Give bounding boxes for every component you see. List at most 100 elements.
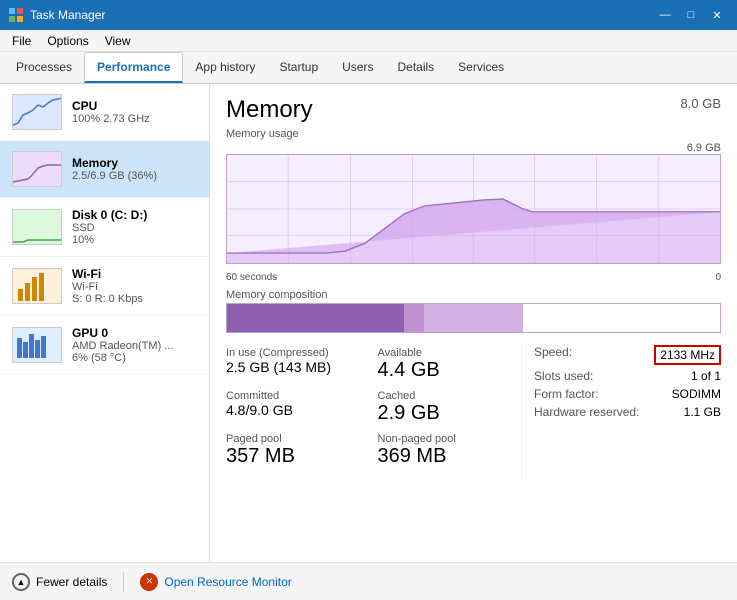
cpu-info: CPU 100% 2.73 GHz bbox=[72, 99, 197, 125]
sidebar-item-cpu[interactable]: CPU 100% 2.73 GHz bbox=[0, 84, 209, 141]
main-panel: Memory 8.0 GB Memory usage 6.9 GB bbox=[210, 84, 737, 562]
spec-hw-label: Hardware reserved: bbox=[534, 405, 639, 419]
cpu-title: CPU bbox=[72, 99, 197, 113]
footer-divider bbox=[123, 572, 124, 592]
chevron-up-icon: ▲ bbox=[12, 573, 30, 591]
fewer-details-button[interactable]: ▲ Fewer details bbox=[12, 573, 107, 591]
spec-slots-value: 1 of 1 bbox=[691, 369, 721, 383]
tab-bar: Processes Performance App history Startu… bbox=[0, 52, 737, 84]
memory-chart bbox=[226, 154, 721, 264]
sidebar-item-gpu[interactable]: GPU 0 AMD Radeon(TM) ... 6% (58 °C) bbox=[0, 316, 209, 375]
memory-total: 8.0 GB bbox=[681, 96, 721, 111]
fewer-details-label: Fewer details bbox=[36, 575, 107, 589]
disk-usage: 10% bbox=[72, 234, 197, 246]
wifi-name: Wi-Fi bbox=[72, 281, 197, 293]
stat-nonpaged-label: Non-paged pool bbox=[378, 433, 510, 445]
wifi-speed: S: 0 R: 0 Kbps bbox=[72, 293, 197, 305]
window-title: Task Manager bbox=[30, 8, 105, 22]
memory-thumbnail bbox=[12, 151, 62, 187]
tab-processes[interactable]: Processes bbox=[4, 52, 84, 83]
sidebar-item-memory[interactable]: Memory 2.5/6.9 GB (36%) bbox=[0, 141, 209, 198]
tab-performance[interactable]: Performance bbox=[84, 52, 183, 83]
tab-details[interactable]: Details bbox=[385, 52, 446, 83]
chart-time-left: 60 seconds bbox=[226, 272, 277, 283]
stat-committed: Committed 4.8/9.0 GB bbox=[226, 386, 370, 429]
gpu-title: GPU 0 bbox=[72, 326, 197, 340]
stat-nonpaged: Non-paged pool 369 MB bbox=[378, 429, 522, 472]
sidebar-item-wifi[interactable]: Wi-Fi Wi-Fi S: 0 R: 0 Kbps bbox=[0, 257, 209, 316]
gpu-thumbnail bbox=[12, 327, 62, 363]
gpu-usage: 6% (58 °C) bbox=[72, 352, 197, 364]
composition-section: Memory composition bbox=[226, 289, 721, 333]
spec-speed-value: 2133 MHz bbox=[654, 345, 721, 365]
stat-committed-label: Committed bbox=[226, 390, 358, 402]
wifi-title: Wi-Fi bbox=[72, 267, 197, 281]
gpu-name: AMD Radeon(TM) ... bbox=[72, 340, 197, 352]
sidebar: CPU 100% 2.73 GHz Memory 2.5/6.9 GB (36%… bbox=[0, 84, 210, 562]
gpu-info: GPU 0 AMD Radeon(TM) ... 6% (58 °C) bbox=[72, 326, 197, 364]
footer: ▲ Fewer details ✕ Open Resource Monitor bbox=[0, 562, 737, 600]
stat-in-use: In use (Compressed) 2.5 GB (143 MB) bbox=[226, 343, 370, 386]
menu-file[interactable]: File bbox=[4, 32, 39, 50]
stat-cached-value: 2.9 GB bbox=[378, 402, 510, 425]
cpu-usage: 100% 2.73 GHz bbox=[72, 113, 197, 125]
spec-form-value: SODIMM bbox=[672, 387, 721, 401]
specs-panel: Speed: 2133 MHz Slots used: 1 of 1 Form … bbox=[521, 343, 721, 480]
maximize-button[interactable]: □ bbox=[679, 5, 703, 25]
spec-slots-row: Slots used: 1 of 1 bbox=[534, 367, 721, 385]
disk-thumbnail bbox=[12, 209, 62, 245]
tab-app-history[interactable]: App history bbox=[183, 52, 267, 83]
menu-bar: File Options View bbox=[0, 30, 737, 52]
stat-cached-label: Cached bbox=[378, 390, 510, 402]
chart-time-right: 0 bbox=[715, 272, 721, 283]
memory-info: Memory 2.5/6.9 GB (36%) bbox=[72, 156, 197, 182]
cpu-thumbnail bbox=[12, 94, 62, 130]
stat-available-value: 4.4 GB bbox=[378, 359, 510, 382]
comp-standby bbox=[424, 304, 523, 332]
spec-form-label: Form factor: bbox=[534, 387, 599, 401]
stat-nonpaged-value: 369 MB bbox=[378, 445, 510, 468]
main-header: Memory 8.0 GB bbox=[226, 96, 721, 124]
page-title: Memory bbox=[226, 96, 313, 124]
comp-free bbox=[523, 304, 720, 332]
spec-hw-row: Hardware reserved: 1.1 GB bbox=[534, 403, 721, 421]
spec-form-row: Form factor: SODIMM bbox=[534, 385, 721, 403]
spec-slots-label: Slots used: bbox=[534, 369, 593, 383]
wifi-info: Wi-Fi Wi-Fi S: 0 R: 0 Kbps bbox=[72, 267, 197, 305]
spec-speed-row: Speed: 2133 MHz bbox=[534, 343, 721, 367]
menu-view[interactable]: View bbox=[97, 32, 139, 50]
stat-available: Available 4.4 GB bbox=[378, 343, 522, 386]
app-icon bbox=[8, 7, 24, 23]
stat-paged: Paged pool 357 MB bbox=[226, 429, 370, 472]
stat-paged-label: Paged pool bbox=[226, 433, 358, 445]
stat-paged-value: 357 MB bbox=[226, 445, 358, 468]
minimize-button[interactable]: — bbox=[653, 5, 677, 25]
comp-in-use bbox=[227, 304, 404, 332]
open-resource-monitor-button[interactable]: ✕ Open Resource Monitor bbox=[140, 573, 291, 591]
comp-modified bbox=[404, 304, 424, 332]
stat-committed-value: 4.8/9.0 GB bbox=[226, 402, 358, 418]
composition-bar bbox=[226, 303, 721, 333]
chart-max-label: 6.9 GB bbox=[687, 142, 721, 154]
tab-startup[interactable]: Startup bbox=[267, 52, 330, 83]
open-resource-monitor-link[interactable]: Open Resource Monitor bbox=[164, 575, 291, 589]
resource-monitor-icon: ✕ bbox=[140, 573, 158, 591]
chart-label: Memory usage bbox=[226, 128, 721, 140]
title-bar: Task Manager — □ ✕ bbox=[0, 0, 737, 30]
menu-options[interactable]: Options bbox=[39, 32, 96, 50]
close-button[interactable]: ✕ bbox=[705, 5, 729, 25]
stat-available-label: Available bbox=[378, 347, 510, 359]
sidebar-item-disk[interactable]: Disk 0 (C: D:) SSD 10% bbox=[0, 198, 209, 257]
chart-time-labels: 60 seconds 0 bbox=[226, 272, 721, 283]
disk-title: Disk 0 (C: D:) bbox=[72, 208, 197, 222]
memory-usage: 2.5/6.9 GB (36%) bbox=[72, 170, 197, 182]
window-controls: — □ ✕ bbox=[653, 5, 729, 25]
tab-services[interactable]: Services bbox=[446, 52, 516, 83]
spec-speed-label: Speed: bbox=[534, 345, 572, 365]
stat-in-use-label: In use (Compressed) bbox=[226, 347, 358, 359]
stat-in-use-value: 2.5 GB (143 MB) bbox=[226, 359, 358, 375]
tab-users[interactable]: Users bbox=[330, 52, 385, 83]
stats-left: In use (Compressed) 2.5 GB (143 MB) Avai… bbox=[226, 343, 521, 480]
memory-title: Memory bbox=[72, 156, 197, 170]
disk-type: SSD bbox=[72, 222, 197, 234]
